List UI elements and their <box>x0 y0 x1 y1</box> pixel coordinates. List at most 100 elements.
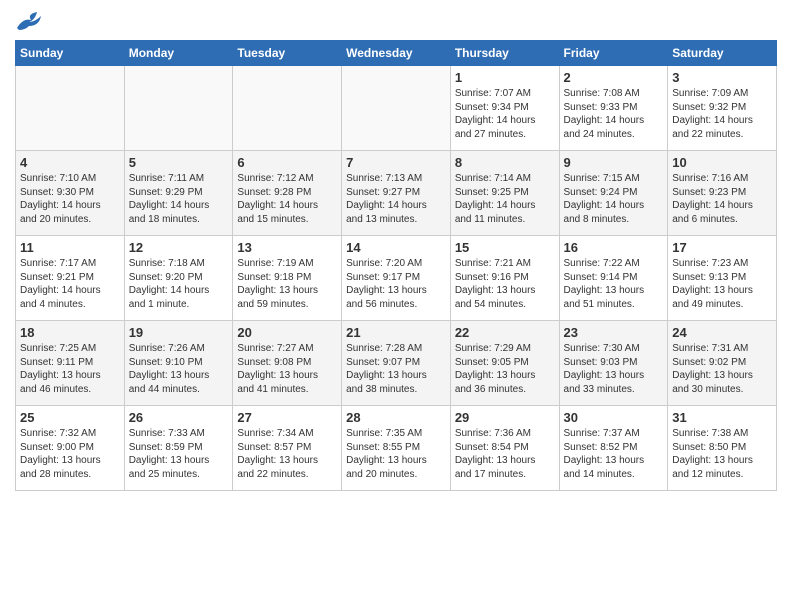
calendar-cell: 14 Sunrise: 7:20 AM Sunset: 9:17 PM Dayli… <box>342 236 451 321</box>
calendar-cell: 13Sunrise: 7:19 AM Sunset: 9:18 PM Dayli… <box>233 236 342 321</box>
calendar-cell <box>342 66 451 151</box>
day-number: 24 <box>672 325 772 340</box>
cell-info: Sunrise: 7:14 AM Sunset: 9:25 PM Dayligh… <box>455 172 555 226</box>
cell-info: Sunrise: 7:20 AM Sunset: 9:17 PM Dayligh… <box>346 257 446 311</box>
weekday-header-row: SundayMondayTuesdayWednesdayThursdayFrid… <box>16 41 777 66</box>
day-number: 30 <box>564 410 664 425</box>
day-number: 17 <box>672 240 772 255</box>
day-number: 16 <box>564 240 664 255</box>
day-number: 14 <box>346 240 446 255</box>
cell-info: Sunrise: 7:16 AM Sunset: 9:23 PM Dayligh… <box>672 172 772 226</box>
cell-info: Sunrise: 7:28 AM Sunset: 9:07 PM Dayligh… <box>346 342 446 396</box>
calendar-week-5: 25 Sunrise: 7:32 AM Sunset: 9:00 PM Dayli… <box>16 406 777 491</box>
calendar-cell: 27 Sunrise: 7:34 AM Sunset: 8:57 PM Dayli… <box>233 406 342 491</box>
calendar-cell: 2Sunrise: 7:08 AM Sunset: 9:33 PM Daylig… <box>559 66 668 151</box>
day-number: 23 <box>564 325 664 340</box>
calendar-cell: 19 Sunrise: 7:26 AM Sunset: 9:10 PM Dayli… <box>124 321 233 406</box>
day-number: 4 <box>20 155 120 170</box>
cell-info: Sunrise: 7:09 AM Sunset: 9:32 PM Dayligh… <box>672 87 772 141</box>
calendar-cell: 8 Sunrise: 7:14 AM Sunset: 9:25 PM Daylig… <box>450 151 559 236</box>
cell-info: Sunrise: 7:35 AM Sunset: 8:55 PM Dayligh… <box>346 427 446 481</box>
calendar-cell: 1 Sunrise: 7:07 AM Sunset: 9:34 PM Daylig… <box>450 66 559 151</box>
day-number: 27 <box>237 410 337 425</box>
calendar-cell: 5 Sunrise: 7:11 AM Sunset: 9:29 PM Daylig… <box>124 151 233 236</box>
cell-info: Sunrise: 7:34 AM Sunset: 8:57 PM Dayligh… <box>237 427 337 481</box>
day-number: 9 <box>564 155 664 170</box>
calendar-cell <box>124 66 233 151</box>
day-number: 19 <box>129 325 229 340</box>
cell-info: Sunrise: 7:18 AM Sunset: 9:20 PM Dayligh… <box>129 257 229 311</box>
cell-info: Sunrise: 7:10 AM Sunset: 9:30 PM Dayligh… <box>20 172 120 226</box>
weekday-header-tuesday: Tuesday <box>233 41 342 66</box>
cell-info: Sunrise: 7:29 AM Sunset: 9:05 PM Dayligh… <box>455 342 555 396</box>
calendar-cell: 6 Sunrise: 7:12 AM Sunset: 9:28 PM Daylig… <box>233 151 342 236</box>
calendar-cell: 24Sunrise: 7:31 AM Sunset: 9:02 PM Dayli… <box>668 321 777 406</box>
calendar-cell: 23 Sunrise: 7:30 AM Sunset: 9:03 PM Dayli… <box>559 321 668 406</box>
cell-info: Sunrise: 7:13 AM Sunset: 9:27 PM Dayligh… <box>346 172 446 226</box>
calendar-cell: 20Sunrise: 7:27 AM Sunset: 9:08 PM Dayli… <box>233 321 342 406</box>
weekday-header-sunday: Sunday <box>16 41 125 66</box>
cell-info: Sunrise: 7:21 AM Sunset: 9:16 PM Dayligh… <box>455 257 555 311</box>
calendar-cell <box>16 66 125 151</box>
cell-info: Sunrise: 7:23 AM Sunset: 9:13 PM Dayligh… <box>672 257 772 311</box>
weekday-header-friday: Friday <box>559 41 668 66</box>
cell-info: Sunrise: 7:26 AM Sunset: 9:10 PM Dayligh… <box>129 342 229 396</box>
calendar-cell <box>233 66 342 151</box>
day-number: 8 <box>455 155 555 170</box>
cell-info: Sunrise: 7:32 AM Sunset: 9:00 PM Dayligh… <box>20 427 120 481</box>
day-number: 22 <box>455 325 555 340</box>
weekday-header-saturday: Saturday <box>668 41 777 66</box>
day-number: 7 <box>346 155 446 170</box>
day-number: 21 <box>346 325 446 340</box>
logo-icon <box>15 10 43 32</box>
day-number: 3 <box>672 70 772 85</box>
cell-info: Sunrise: 7:17 AM Sunset: 9:21 PM Dayligh… <box>20 257 120 311</box>
calendar-week-4: 18Sunrise: 7:25 AM Sunset: 9:11 PM Dayli… <box>16 321 777 406</box>
day-number: 15 <box>455 240 555 255</box>
day-number: 28 <box>346 410 446 425</box>
day-number: 26 <box>129 410 229 425</box>
calendar-cell: 28 Sunrise: 7:35 AM Sunset: 8:55 PM Dayli… <box>342 406 451 491</box>
day-number: 6 <box>237 155 337 170</box>
cell-info: Sunrise: 7:25 AM Sunset: 9:11 PM Dayligh… <box>20 342 120 396</box>
header <box>15 10 777 32</box>
calendar-cell: 29 Sunrise: 7:36 AM Sunset: 8:54 PM Dayli… <box>450 406 559 491</box>
day-number: 29 <box>455 410 555 425</box>
calendar-cell: 18Sunrise: 7:25 AM Sunset: 9:11 PM Dayli… <box>16 321 125 406</box>
calendar-cell: 7 Sunrise: 7:13 AM Sunset: 9:27 PM Daylig… <box>342 151 451 236</box>
day-number: 1 <box>455 70 555 85</box>
cell-info: Sunrise: 7:19 AM Sunset: 9:18 PM Dayligh… <box>237 257 337 311</box>
calendar-cell: 3 Sunrise: 7:09 AM Sunset: 9:32 PM Daylig… <box>668 66 777 151</box>
calendar-cell: 11Sunrise: 7:17 AM Sunset: 9:21 PM Dayli… <box>16 236 125 321</box>
calendar-body: 1 Sunrise: 7:07 AM Sunset: 9:34 PM Daylig… <box>16 66 777 491</box>
calendar-week-2: 4 Sunrise: 7:10 AM Sunset: 9:30 PM Daylig… <box>16 151 777 236</box>
day-number: 12 <box>129 240 229 255</box>
logo <box>15 10 47 32</box>
day-number: 25 <box>20 410 120 425</box>
calendar-cell: 21 Sunrise: 7:28 AM Sunset: 9:07 PM Dayli… <box>342 321 451 406</box>
calendar-cell: 22 Sunrise: 7:29 AM Sunset: 9:05 PM Dayli… <box>450 321 559 406</box>
day-number: 2 <box>564 70 664 85</box>
cell-info: Sunrise: 7:07 AM Sunset: 9:34 PM Dayligh… <box>455 87 555 141</box>
calendar-cell: 12 Sunrise: 7:18 AM Sunset: 9:20 PM Dayli… <box>124 236 233 321</box>
cell-info: Sunrise: 7:11 AM Sunset: 9:29 PM Dayligh… <box>129 172 229 226</box>
day-number: 5 <box>129 155 229 170</box>
calendar-cell: 30Sunrise: 7:37 AM Sunset: 8:52 PM Dayli… <box>559 406 668 491</box>
calendar-cell: 25 Sunrise: 7:32 AM Sunset: 9:00 PM Dayli… <box>16 406 125 491</box>
calendar-week-3: 11Sunrise: 7:17 AM Sunset: 9:21 PM Dayli… <box>16 236 777 321</box>
cell-info: Sunrise: 7:30 AM Sunset: 9:03 PM Dayligh… <box>564 342 664 396</box>
calendar-cell: 15 Sunrise: 7:21 AM Sunset: 9:16 PM Dayli… <box>450 236 559 321</box>
cell-info: Sunrise: 7:36 AM Sunset: 8:54 PM Dayligh… <box>455 427 555 481</box>
weekday-header-monday: Monday <box>124 41 233 66</box>
cell-info: Sunrise: 7:12 AM Sunset: 9:28 PM Dayligh… <box>237 172 337 226</box>
calendar-table: SundayMondayTuesdayWednesdayThursdayFrid… <box>15 40 777 491</box>
weekday-header-wednesday: Wednesday <box>342 41 451 66</box>
day-number: 10 <box>672 155 772 170</box>
calendar-cell: 26 Sunrise: 7:33 AM Sunset: 8:59 PM Dayli… <box>124 406 233 491</box>
calendar-cell: 4 Sunrise: 7:10 AM Sunset: 9:30 PM Daylig… <box>16 151 125 236</box>
calendar-cell: 31Sunrise: 7:38 AM Sunset: 8:50 PM Dayli… <box>668 406 777 491</box>
cell-info: Sunrise: 7:33 AM Sunset: 8:59 PM Dayligh… <box>129 427 229 481</box>
calendar-cell: 16Sunrise: 7:22 AM Sunset: 9:14 PM Dayli… <box>559 236 668 321</box>
weekday-header-thursday: Thursday <box>450 41 559 66</box>
cell-info: Sunrise: 7:27 AM Sunset: 9:08 PM Dayligh… <box>237 342 337 396</box>
